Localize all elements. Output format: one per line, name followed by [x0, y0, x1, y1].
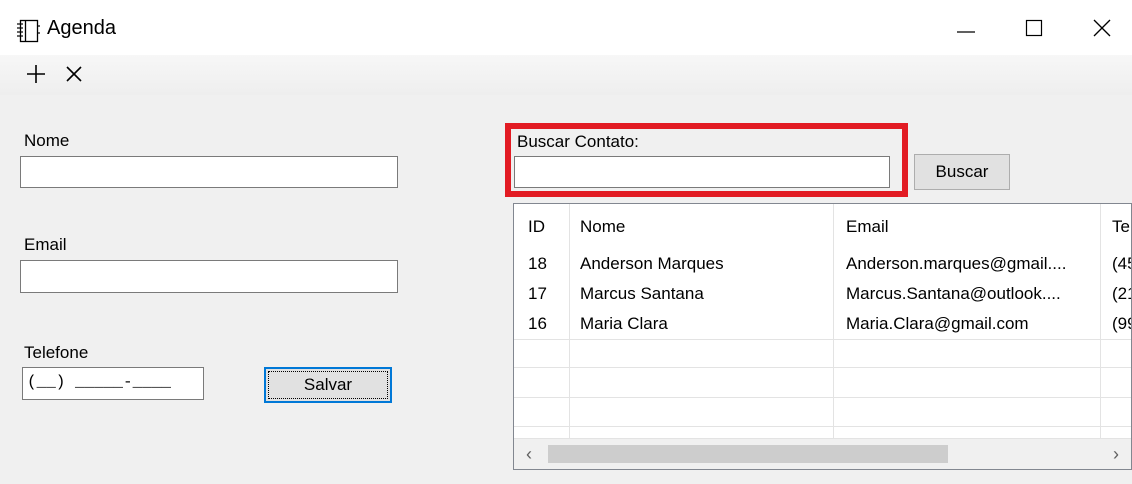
- nome-input[interactable]: [20, 156, 398, 188]
- row-divider: [514, 339, 1131, 340]
- cell-email: Marcus.Santana@outlook....: [846, 284, 1061, 303]
- column-header-tel[interactable]: Tel: [1112, 204, 1131, 250]
- toolbar: [0, 55, 1132, 95]
- column-divider: [1100, 204, 1101, 441]
- search-input[interactable]: [514, 156, 890, 188]
- search-label: Buscar Contato:: [517, 132, 639, 151]
- column-header-nome[interactable]: Nome: [580, 204, 625, 250]
- close-button[interactable]: [1070, 0, 1132, 55]
- plus-icon: [27, 65, 45, 83]
- email-label: Email: [24, 235, 67, 254]
- column-header-email[interactable]: Email: [846, 204, 889, 250]
- cell-email: Anderson.marques@gmail....: [846, 254, 1067, 273]
- maximize-icon: [1025, 19, 1043, 36]
- nome-input-value: [21, 162, 25, 180]
- save-button[interactable]: Salvar: [264, 367, 392, 403]
- row-divider: [514, 367, 1131, 368]
- close-icon: [1093, 19, 1111, 36]
- minimize-button[interactable]: [934, 0, 998, 55]
- nome-label: Nome: [24, 131, 70, 150]
- column-divider: [833, 204, 834, 441]
- contacts-grid[interactable]: ID Nome Email Tel 18 Anderson Marques An…: [513, 203, 1132, 470]
- telefone-input[interactable]: (__) _____-____: [22, 367, 204, 400]
- cell-tel: (21: [1112, 284, 1131, 303]
- search-button[interactable]: Buscar: [914, 154, 1010, 190]
- telefone-label: Telefone: [24, 343, 89, 362]
- email-input[interactable]: [20, 260, 398, 293]
- cell-nome: Anderson Marques: [580, 254, 724, 273]
- delete-contact-button[interactable]: [60, 60, 88, 88]
- search-input-value: [515, 162, 519, 180]
- scroll-right-button[interactable]: ›: [1101, 439, 1131, 469]
- row-divider: [514, 397, 1131, 398]
- cell-tel: (45: [1112, 254, 1131, 273]
- chevron-left-icon: ‹: [526, 443, 532, 464]
- search-button-label: Buscar: [935, 162, 989, 181]
- notebook-icon: [16, 19, 42, 43]
- cell-nome: Maria Clara: [580, 314, 668, 333]
- minimize-icon: [957, 30, 975, 33]
- title-bar: Agenda: [0, 0, 1132, 55]
- window-title: Agenda: [47, 17, 116, 39]
- cell-tel: (99: [1112, 314, 1131, 333]
- cell-email: Maria.Clara@gmail.com: [846, 314, 1029, 333]
- add-contact-button[interactable]: [22, 60, 50, 88]
- scrollbar-thumb[interactable]: [548, 445, 948, 463]
- maximize-button[interactable]: [1002, 0, 1066, 55]
- focus-rectangle: [268, 371, 388, 399]
- cell-id: 16: [528, 314, 547, 333]
- scroll-left-button[interactable]: ‹: [514, 439, 544, 469]
- email-input-value: [21, 266, 25, 284]
- horizontal-scrollbar[interactable]: ‹ ›: [514, 438, 1131, 469]
- chevron-right-icon: ›: [1113, 443, 1119, 464]
- cell-id: 18: [528, 254, 547, 273]
- row-divider: [514, 426, 1131, 427]
- cell-nome: Marcus Santana: [580, 284, 704, 303]
- x-icon: [66, 66, 82, 82]
- cell-id: 17: [528, 284, 547, 303]
- column-header-id[interactable]: ID: [528, 204, 545, 250]
- column-divider: [569, 204, 570, 441]
